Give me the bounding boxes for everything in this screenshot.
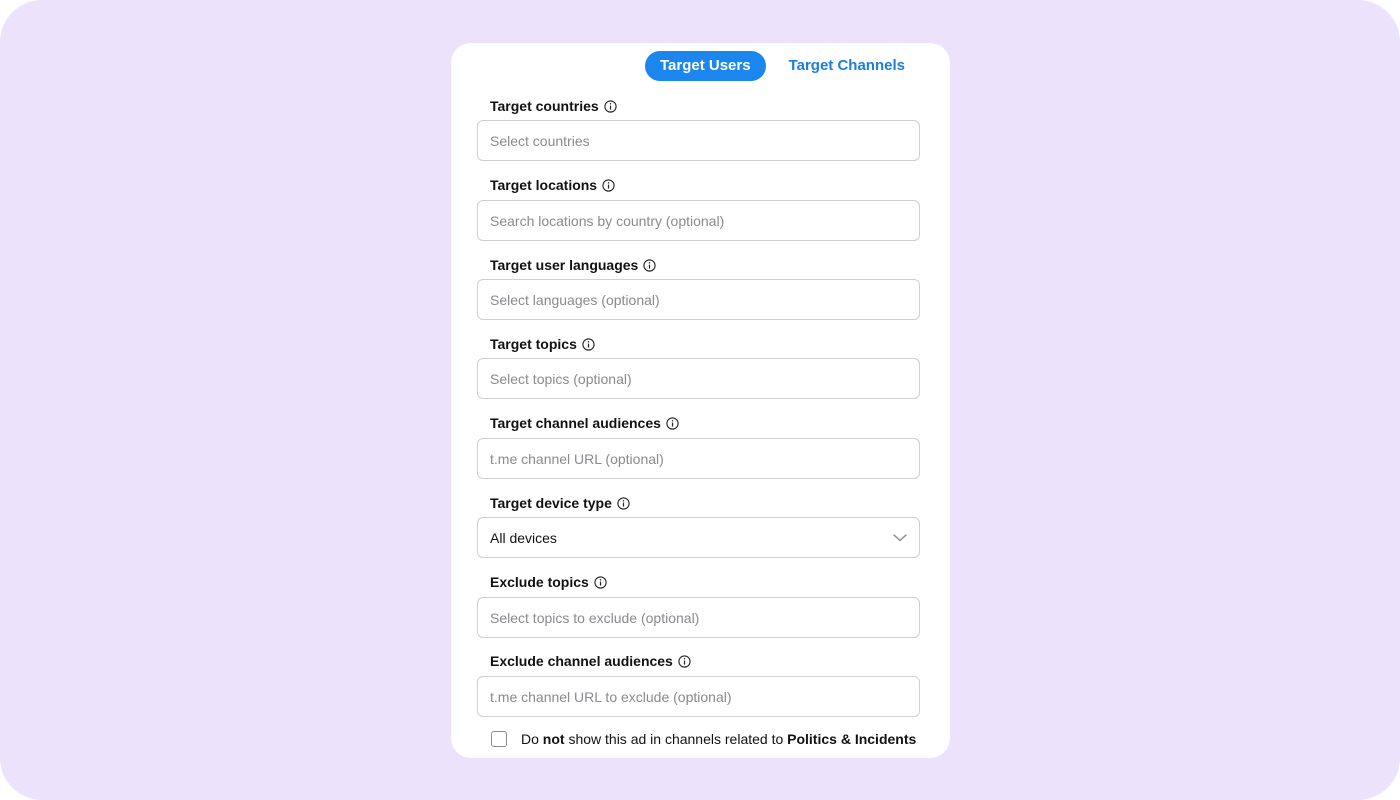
- exclude-topics-label: Exclude topics: [490, 572, 607, 592]
- target-countries-label-text: Target countries: [490, 98, 599, 114]
- info-icon[interactable]: [678, 654, 691, 668]
- info-icon[interactable]: [617, 496, 630, 510]
- target-countries-label: Target countries: [490, 96, 617, 116]
- targeting-card: Target Users Target Channels Target coun…: [451, 43, 950, 758]
- exclude-topics-input[interactable]: [490, 609, 907, 626]
- target-channel-audiences-field[interactable]: [477, 438, 920, 479]
- target-locations-label: Target locations: [490, 175, 615, 195]
- target-languages-input[interactable]: [490, 291, 907, 308]
- target-device-type-label-text: Target device type: [490, 495, 612, 511]
- exclude-topics-label-text: Exclude topics: [490, 574, 589, 590]
- target-channel-audiences-label-text: Target channel audiences: [490, 415, 661, 431]
- info-icon[interactable]: [666, 416, 679, 430]
- politics-text-bold-1: not: [542, 731, 565, 747]
- target-languages-label: Target user languages: [490, 255, 656, 275]
- target-channel-audiences-input[interactable]: [490, 450, 907, 467]
- targeting-tabs: Target Users Target Channels: [644, 51, 920, 81]
- exclude-channel-audiences-input[interactable]: [490, 688, 907, 705]
- info-icon[interactable]: [643, 258, 656, 272]
- device-type-select[interactable]: All devices: [477, 517, 920, 558]
- target-topics-field[interactable]: [477, 358, 920, 399]
- target-topics-label-text: Target topics: [490, 336, 577, 352]
- info-icon[interactable]: [594, 575, 607, 589]
- exclude-channel-audiences-label-text: Exclude channel audiences: [490, 653, 673, 669]
- target-topics-input[interactable]: [490, 370, 907, 387]
- info-icon[interactable]: [604, 99, 617, 113]
- target-languages-label-text: Target user languages: [490, 257, 639, 273]
- politics-text-2: show this ad in channels related to: [564, 731, 788, 747]
- target-device-type-label: Target device type: [490, 493, 630, 513]
- exclude-topics-field[interactable]: [477, 597, 920, 638]
- exclude-channel-audiences-label: Exclude channel audiences: [490, 651, 691, 671]
- politics-exclusion-option[interactable]: Do not show this ad in channels related …: [491, 729, 916, 749]
- info-icon[interactable]: [602, 178, 615, 192]
- politics-exclusion-checkbox[interactable]: [491, 731, 507, 747]
- target-channel-audiences-label: Target channel audiences: [490, 413, 679, 433]
- target-languages-field[interactable]: [477, 279, 920, 320]
- target-topics-label: Target topics: [490, 334, 595, 354]
- tab-target-channels[interactable]: Target Channels: [774, 51, 920, 81]
- politics-text-1: Do: [521, 731, 543, 747]
- target-countries-field[interactable]: [477, 120, 920, 161]
- exclude-channel-audiences-field[interactable]: [477, 676, 920, 717]
- page-background: Target Users Target Channels Target coun…: [0, 0, 1400, 800]
- info-icon[interactable]: [582, 337, 595, 351]
- tab-target-users[interactable]: Target Users: [644, 51, 766, 81]
- device-type-selected-value: All devices: [490, 529, 557, 546]
- target-countries-input[interactable]: [490, 132, 907, 149]
- target-locations-input[interactable]: [490, 212, 907, 229]
- target-locations-label-text: Target locations: [490, 177, 598, 193]
- politics-text-bold-2: Politics & Incidents: [787, 731, 917, 747]
- target-locations-field[interactable]: [477, 200, 920, 241]
- chevron-down-icon[interactable]: [893, 533, 907, 542]
